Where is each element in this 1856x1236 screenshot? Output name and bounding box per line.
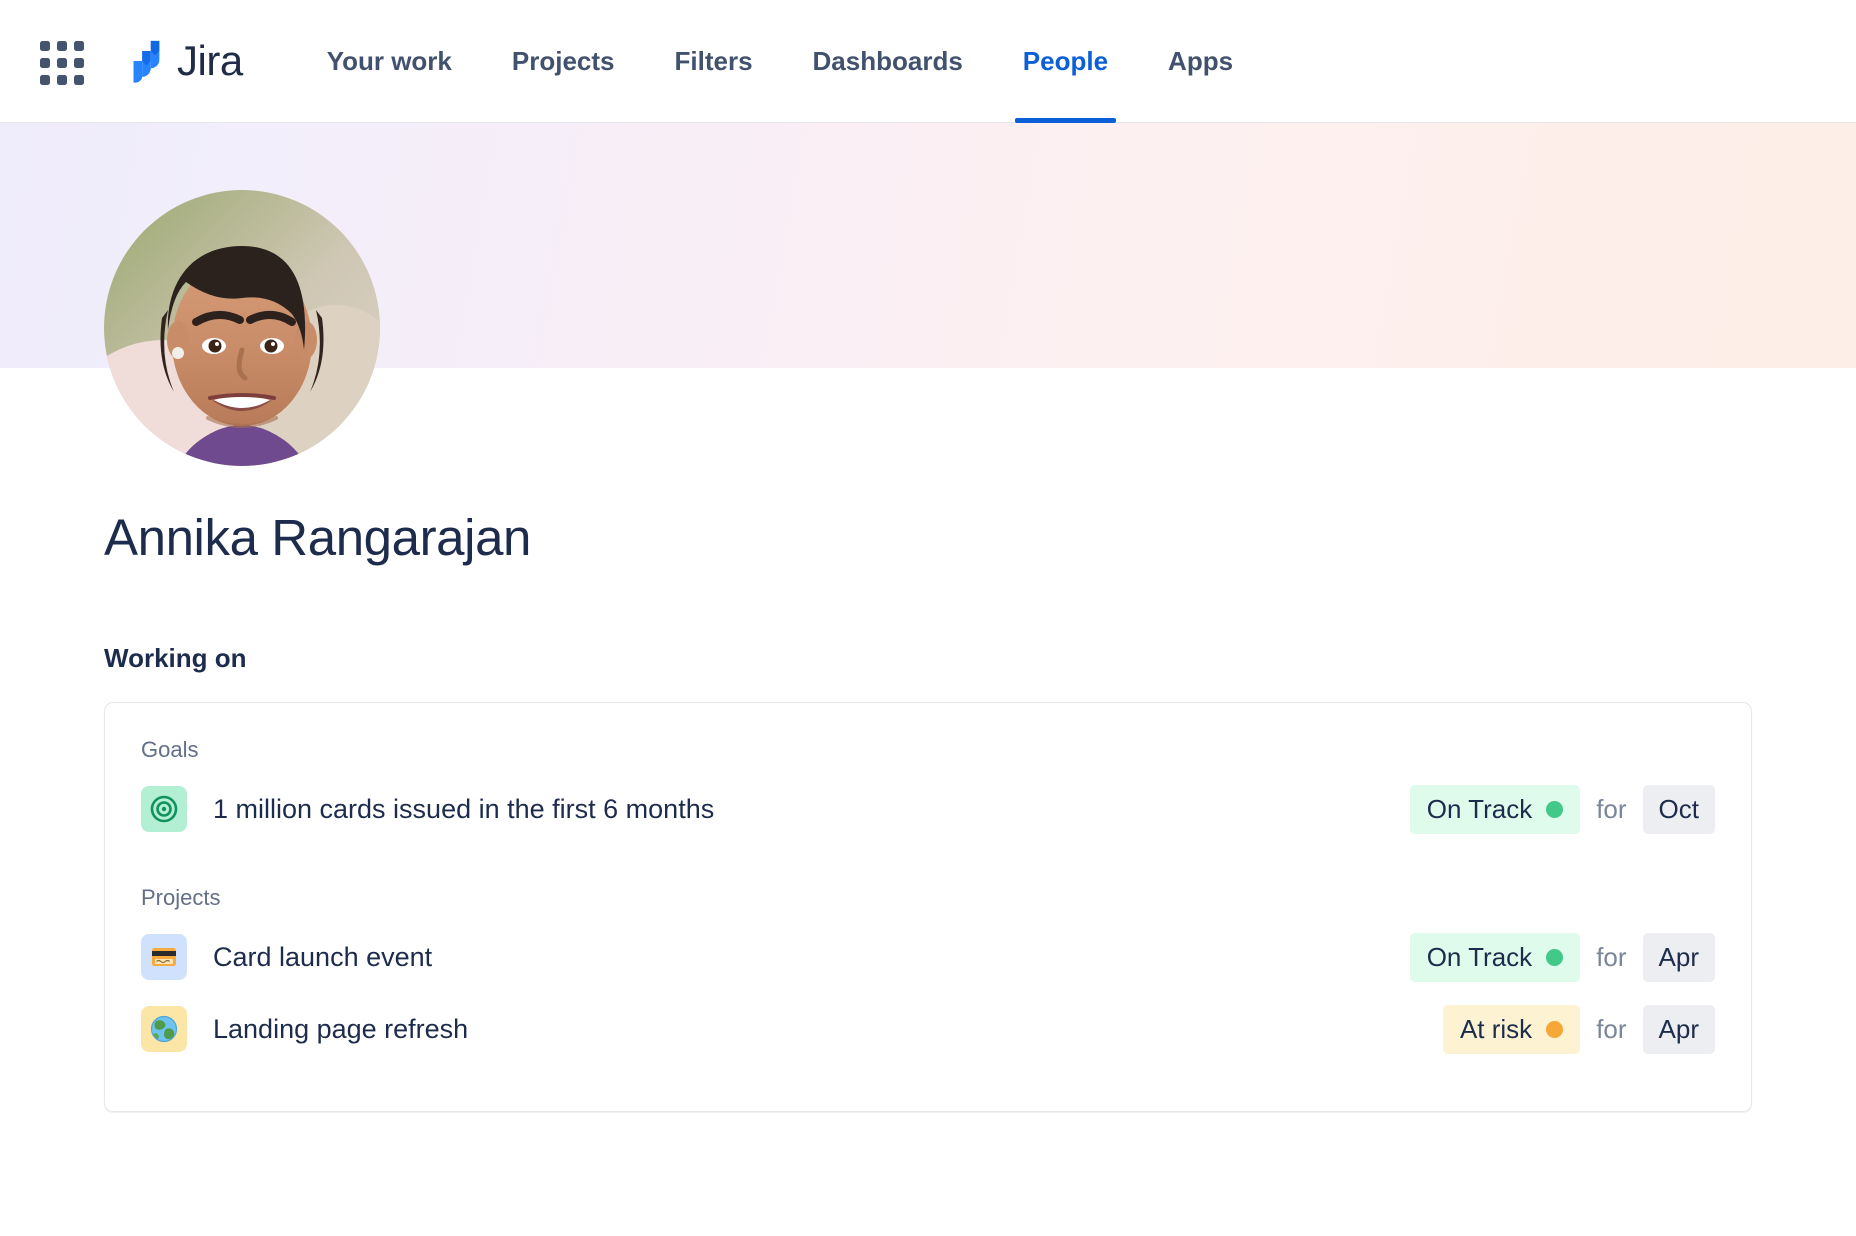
- status-dot-icon: [1546, 949, 1563, 966]
- nav-link-projects[interactable]: Projects: [482, 0, 645, 122]
- list-item[interactable]: 1 million cards issued in the first 6 mo…: [141, 773, 1715, 845]
- status-label: At risk: [1460, 1014, 1532, 1045]
- list-item[interactable]: Card launch event On Track for Apr: [141, 921, 1715, 993]
- row-status-meta: At risk for Apr: [1443, 1005, 1715, 1054]
- goal-target-icon: [141, 786, 187, 832]
- nav-link-filters[interactable]: Filters: [645, 0, 783, 122]
- for-label: for: [1596, 942, 1626, 973]
- status-badge[interactable]: On Track: [1410, 933, 1580, 982]
- nav-link-dashboards[interactable]: Dashboards: [783, 0, 993, 122]
- profile-header: Annika Rangarajan Working on: [0, 368, 1856, 674]
- target-date-chip[interactable]: Oct: [1643, 785, 1715, 834]
- globe-icon: [141, 1006, 187, 1052]
- page-title: Annika Rangarajan: [104, 368, 1856, 566]
- row-status-meta: On Track for Oct: [1410, 785, 1715, 834]
- top-navigation-bar: Jira Your work Projects Filters Dashboar…: [0, 0, 1856, 123]
- project-title: Landing page refresh: [213, 1014, 1423, 1045]
- jira-people-profile-window: Jira Your work Projects Filters Dashboar…: [0, 0, 1856, 1236]
- target-date-chip[interactable]: Apr: [1643, 933, 1715, 982]
- status-label: On Track: [1427, 942, 1532, 973]
- for-label: for: [1596, 794, 1626, 825]
- status-badge[interactable]: At risk: [1443, 1005, 1580, 1054]
- status-badge[interactable]: On Track: [1410, 785, 1580, 834]
- avatar-illustration: [104, 190, 380, 466]
- for-label: for: [1596, 1014, 1626, 1045]
- status-dot-icon: [1546, 801, 1563, 818]
- nav-link-people[interactable]: People: [993, 0, 1138, 122]
- row-status-meta: On Track for Apr: [1410, 933, 1715, 982]
- status-dot-icon: [1546, 1021, 1563, 1038]
- credit-card-icon: [141, 934, 187, 980]
- project-title: Card launch event: [213, 942, 1390, 973]
- brand-name: Jira: [177, 40, 243, 82]
- nav-link-your-work[interactable]: Your work: [297, 0, 482, 122]
- list-item[interactable]: Landing page refresh At risk for Apr: [141, 993, 1715, 1065]
- goal-title: 1 million cards issued in the first 6 mo…: [213, 794, 1390, 825]
- user-avatar-photo[interactable]: [104, 190, 380, 466]
- group-label-projects: Projects: [141, 885, 1715, 911]
- grid-apps-icon[interactable]: [34, 35, 86, 87]
- jira-brand-home-link[interactable]: Jira: [122, 38, 243, 84]
- status-label: On Track: [1427, 794, 1532, 825]
- working-on-card: Goals 1 million cards issued in the firs…: [104, 702, 1752, 1112]
- target-date-chip[interactable]: Apr: [1643, 1005, 1715, 1054]
- working-on-heading: Working on: [104, 643, 1856, 674]
- nav-link-apps[interactable]: Apps: [1138, 0, 1263, 122]
- jira-logo-icon: [122, 38, 168, 84]
- group-label-goals: Goals: [141, 737, 1715, 763]
- primary-nav-links: Your work Projects Filters Dashboards Pe…: [297, 0, 1263, 122]
